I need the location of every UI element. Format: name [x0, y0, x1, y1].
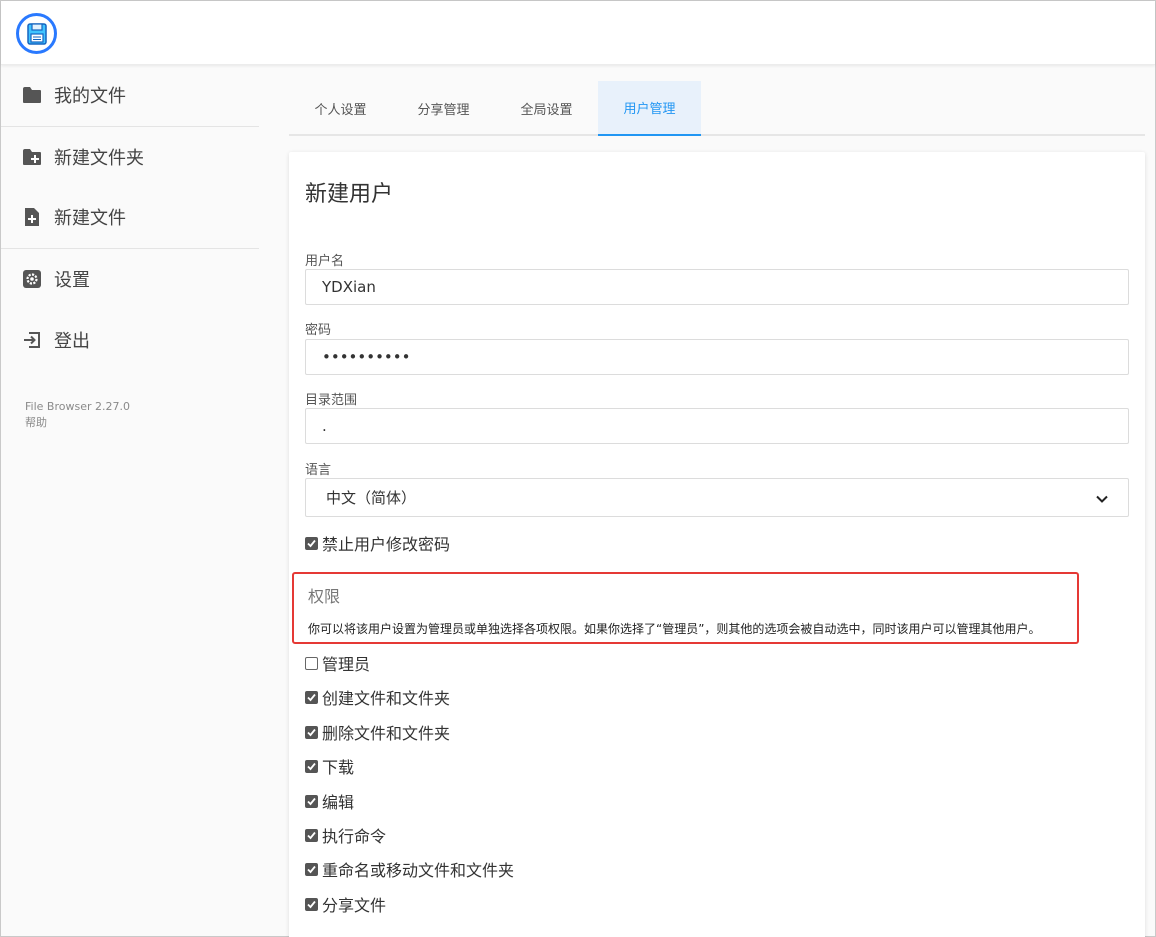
checkbox-label: 执行命令: [322, 827, 387, 846]
sidebar-item-my-files[interactable]: 我的文件: [1, 65, 259, 125]
checkbox-checked-icon: [305, 725, 318, 739]
checkbox-checked-icon: [305, 536, 318, 550]
checkbox-label: 分享文件: [322, 896, 387, 915]
checkbox-label: 创建文件和文件夹: [322, 689, 451, 708]
username-input[interactable]: [305, 269, 1129, 305]
permissions-description: 你可以将该用户设置为管理员或单独选择各项权限。如果你选择了“管理员”，则其他的选…: [308, 622, 1041, 636]
perm-download-checkbox[interactable]: 下载: [305, 754, 354, 778]
checkbox-checked-icon: [305, 897, 318, 911]
top-header: [1, 1, 1155, 65]
language-selected-value: 中文（简体）: [326, 489, 417, 507]
perm-create-checkbox[interactable]: 创建文件和文件夹: [305, 685, 450, 709]
version-info: File Browser 2.27.0 帮助: [25, 399, 130, 431]
username-label: 用户名: [305, 254, 345, 269]
logout-icon: [22, 330, 42, 350]
language-label: 语言: [305, 463, 332, 478]
sidebar-item-settings[interactable]: 设置: [1, 249, 259, 309]
file-plus-icon: [22, 207, 42, 227]
tab-user-management[interactable]: 用户管理: [598, 81, 701, 136]
checkbox-label: 下载: [322, 758, 355, 777]
checkbox-checked-icon: [305, 794, 318, 808]
checkbox-checked-icon: [305, 690, 318, 704]
sidebar-item-new-folder[interactable]: 新建文件夹: [1, 127, 259, 187]
permissions-title: 权限: [308, 587, 341, 606]
sidebar-item-label: 登出: [54, 331, 90, 352]
floppy-disk-icon[interactable]: [16, 13, 57, 54]
checkbox-label: 禁止用户修改密码: [322, 535, 451, 554]
checkbox-label: 删除文件和文件夹: [322, 724, 451, 743]
checkbox-checked-icon: [305, 828, 318, 842]
sidebar-item-label: 新建文件: [54, 208, 126, 229]
sidebar-item-label: 新建文件夹: [54, 148, 144, 169]
sidebar-item-new-file[interactable]: 新建文件: [1, 187, 259, 247]
sidebar-item-label: 我的文件: [54, 86, 126, 107]
checkbox-label: 编辑: [322, 793, 355, 812]
scope-input[interactable]: [305, 408, 1129, 444]
permissions-highlight-box: 权限 你可以将该用户设置为管理员或单独选择各项权限。如果你选择了“管理员”，则其…: [292, 572, 1079, 644]
perm-share-checkbox[interactable]: 分享文件: [305, 892, 386, 916]
checkbox-label: 重命名或移动文件和文件夹: [322, 861, 515, 880]
perm-delete-checkbox[interactable]: 删除文件和文件夹: [305, 720, 450, 744]
perm-execute-checkbox[interactable]: 执行命令: [305, 823, 386, 847]
checkbox-label: 管理员: [322, 655, 371, 674]
perm-admin-checkbox[interactable]: 管理员: [305, 651, 370, 675]
gear-icon: [22, 269, 42, 289]
perm-rename-checkbox[interactable]: 重命名或移动文件和文件夹: [305, 857, 514, 881]
password-label: 密码: [305, 323, 332, 338]
folder-icon: [22, 85, 42, 105]
sidebar-item-label: 设置: [54, 270, 90, 291]
tab-global-settings[interactable]: 全局设置: [495, 81, 598, 136]
sidebar-item-logout[interactable]: 登出: [1, 310, 259, 370]
help-link[interactable]: 帮助: [25, 415, 130, 431]
language-select[interactable]: 中文（简体）: [305, 478, 1129, 517]
settings-tabs: 个人设置 分享管理 全局设置 用户管理: [289, 81, 1145, 136]
scope-label: 目录范围: [305, 393, 358, 408]
checkbox-checked-icon: [305, 759, 318, 773]
password-input[interactable]: [305, 339, 1129, 375]
lock-password-checkbox[interactable]: 禁止用户修改密码: [305, 531, 450, 555]
tab-personal-settings[interactable]: 个人设置: [289, 81, 392, 136]
tab-share-management[interactable]: 分享管理: [392, 81, 495, 136]
new-user-card: 新建用户 用户名 密码 目录范围 语言 中文（简体） 禁止用户修改密码 权限 你…: [289, 152, 1145, 937]
chevron-down-icon: [1096, 489, 1108, 507]
version-text: File Browser 2.27.0: [25, 400, 130, 413]
checkbox-unchecked-icon: [305, 656, 318, 670]
page-title: 新建用户: [305, 182, 394, 207]
folder-plus-icon: [22, 147, 42, 167]
checkbox-checked-icon: [305, 862, 318, 876]
perm-edit-checkbox[interactable]: 编辑: [305, 789, 354, 813]
